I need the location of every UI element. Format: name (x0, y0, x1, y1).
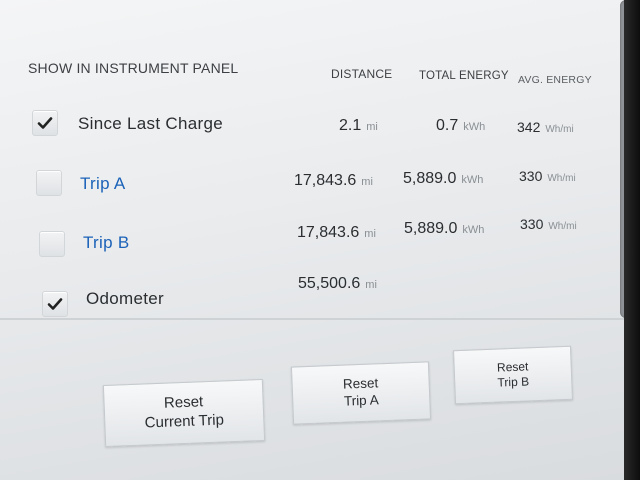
trips-screen: SHOW IN INSTRUMENT PANEL DISTANCE TOTAL … (0, 0, 624, 480)
trip-b-energy: 5,889.0 kWh (404, 220, 485, 237)
reset-trip-a-button[interactable]: Reset Trip A (290, 361, 432, 425)
row-label-trip-b[interactable]: Trip B (83, 233, 130, 253)
trip-a-distance: 17,843.6 mi (294, 172, 373, 189)
odometer-distance: 55,500.6 mi (298, 275, 377, 292)
checkbox-odometer[interactable] (42, 291, 68, 317)
section-title: SHOW IN INSTRUMENT PANEL (28, 60, 239, 76)
check-icon (37, 117, 53, 129)
column-header-distance: DISTANCE (331, 67, 393, 81)
row-label-odometer: Odometer (86, 289, 164, 308)
reset-trip-b-button[interactable]: Reset Trip B (453, 345, 573, 405)
trip-a-avg: 330 Wh/mi (519, 168, 576, 184)
checkbox-trip-a[interactable] (36, 170, 62, 196)
row-label-since-last-charge: Since Last Charge (78, 114, 223, 133)
trip-a-energy: 5,889.0 kWh (403, 170, 484, 187)
screen-bezel (624, 0, 640, 480)
reset-current-trip-button[interactable]: Reset Current Trip (102, 378, 266, 448)
since-last-charge-distance: 2.1 mi (339, 117, 378, 134)
since-last-charge-energy: 0.7 kWh (436, 117, 486, 134)
section-divider (0, 318, 624, 320)
check-icon (47, 298, 63, 310)
column-header-avg-energy: AVG. ENERGY (518, 74, 592, 86)
checkbox-since-last-charge[interactable] (32, 110, 58, 136)
trip-b-distance: 17,843.6 mi (297, 224, 376, 241)
trip-b-avg: 330 Wh/mi (520, 216, 577, 232)
since-last-charge-avg: 342 Wh/mi (517, 119, 574, 135)
column-header-total-energy: TOTAL ENERGY (419, 70, 509, 82)
checkbox-trip-b[interactable] (39, 231, 65, 257)
row-label-trip-a[interactable]: Trip A (80, 174, 126, 194)
